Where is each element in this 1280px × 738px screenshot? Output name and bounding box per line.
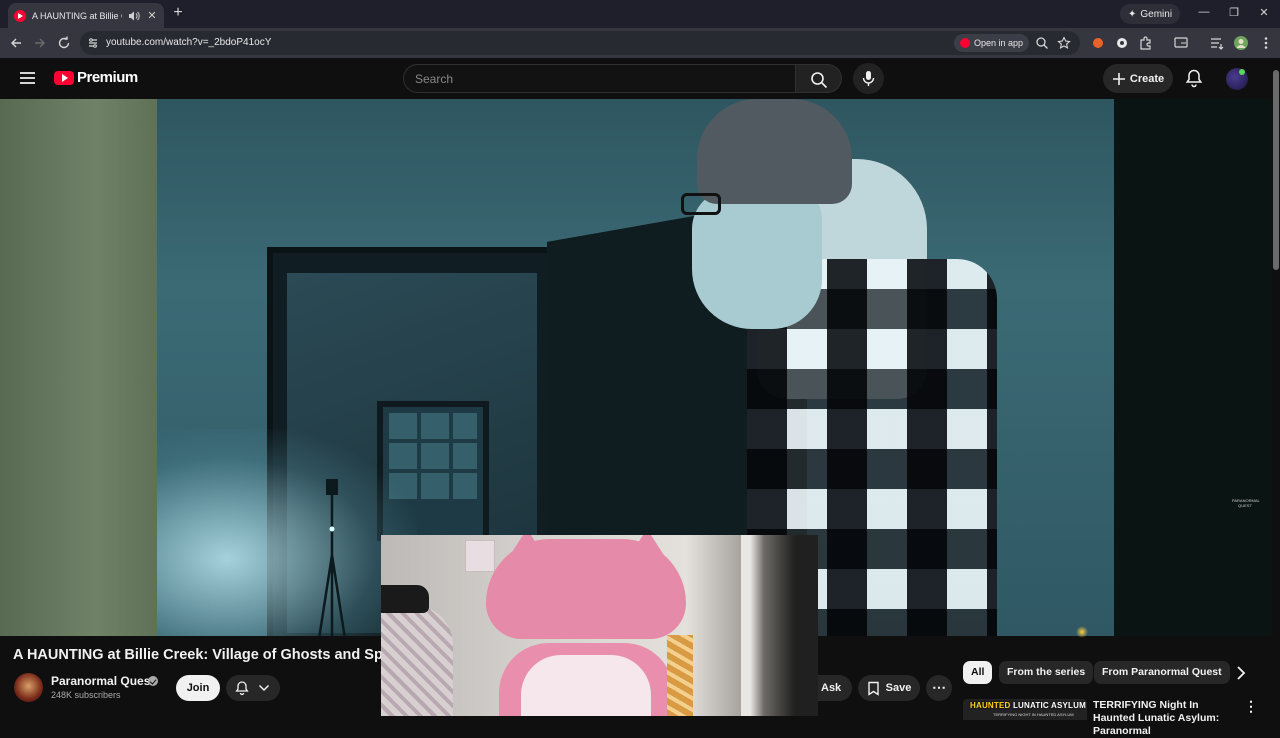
- youtube-play-logo-icon: [54, 70, 74, 85]
- reading-list-icon[interactable]: [1209, 35, 1225, 51]
- notifications-bell-icon[interactable]: [1184, 68, 1204, 88]
- new-tab-button[interactable]: +: [170, 5, 186, 21]
- channel-watermark[interactable]: PARANORMAL QUEST: [1232, 498, 1260, 514]
- plus-icon: [1112, 72, 1125, 85]
- open-in-app-label: Open in app: [974, 38, 1024, 48]
- gemini-button[interactable]: ✦ Gemini: [1120, 4, 1181, 24]
- tab-title: A HAUNTING at Billie Creek: Village of G…: [32, 10, 122, 21]
- recommendation-title[interactable]: TERRIFYING Night In Haunted Lunatic Asyl…: [1093, 699, 1233, 738]
- youtube-app-icon: [960, 38, 970, 48]
- speaker-icon[interactable]: [128, 10, 140, 22]
- save-label: Save: [885, 682, 912, 694]
- browser-menu-icon[interactable]: [1258, 35, 1274, 51]
- search-box[interactable]: [403, 64, 796, 93]
- overlay-video: [381, 535, 818, 716]
- close-window-button[interactable]: ✕: [1256, 6, 1272, 19]
- channel-avatar[interactable]: [14, 673, 43, 702]
- video-camera-tripod: [318, 479, 346, 636]
- browser-tab[interactable]: A HAUNTING at Billie Creek: Village of G…: [8, 3, 164, 28]
- forward-arrow-icon[interactable]: [32, 35, 48, 51]
- thumbnail-subtext: TERRIFYING NIGHT IN HAUNTED ASYLUM: [993, 712, 1074, 717]
- voice-search-button[interactable]: [853, 63, 884, 94]
- create-label: Create: [1129, 72, 1165, 85]
- chip-all[interactable]: All: [963, 661, 993, 684]
- channel-name[interactable]: Paranormal Quest: [51, 674, 154, 688]
- back-arrow-icon[interactable]: [8, 35, 24, 51]
- verified-check-icon: [148, 676, 158, 686]
- chevron-down-icon: [258, 684, 270, 692]
- overlay-cloth: [381, 605, 453, 716]
- hamburger-menu-icon[interactable]: [18, 69, 38, 87]
- browser-toolbar: youtube.com/watch?v=_2bdoP41ocY Open in …: [0, 28, 1280, 58]
- logo-text: Premium: [77, 69, 138, 86]
- more-actions-button[interactable]: ⋯: [926, 675, 952, 701]
- sparkle-icon: ✦: [1128, 8, 1137, 20]
- search-icon: [811, 72, 828, 89]
- extension-white-icon[interactable]: [1114, 35, 1130, 51]
- browser-tabstrip: A HAUNTING at Billie Creek: Village of G…: [0, 0, 1280, 28]
- recommendation-thumbnail[interactable]: HAUNTED LUNATIC ASYLUM TERRIFYING NIGHT …: [963, 699, 1087, 720]
- youtube-favicon-icon: [14, 9, 26, 22]
- page-scrollbar[interactable]: [1272, 62, 1280, 720]
- video-frame-right-dark: [1114, 99, 1272, 636]
- extension-orange-icon[interactable]: [1090, 35, 1106, 51]
- thumbnail-text: HAUNTED LUNATIC ASYLUM: [970, 701, 1086, 710]
- chip-from-paranormal-quest[interactable]: From Paranormal Quest: [1094, 661, 1230, 684]
- subscription-notifications-button[interactable]: [226, 675, 280, 701]
- youtube-logo[interactable]: Premium: [54, 69, 138, 86]
- microphone-icon: [862, 71, 875, 86]
- scrollbar-thumb[interactable]: [1273, 70, 1279, 270]
- recommendation-menu-icon[interactable]: ⋮: [1244, 699, 1258, 714]
- overlay-giraffe-toy: [667, 635, 693, 716]
- minimize-button[interactable]: —: [1196, 6, 1212, 18]
- video-light-glow: [157, 429, 417, 636]
- url-text: youtube.com/watch?v=_2bdoP41ocY: [106, 37, 272, 48]
- online-status-dot: [1239, 69, 1245, 75]
- bookmark-star-icon[interactable]: [1057, 36, 1071, 50]
- create-button[interactable]: Create: [1103, 64, 1173, 93]
- bookmark-icon: [867, 681, 879, 696]
- bell-icon: [235, 681, 249, 696]
- tab-close-icon[interactable]: ✕: [146, 9, 158, 22]
- overlay-cat-chair-headrest: [486, 539, 686, 639]
- extensions-puzzle-icon[interactable]: [1138, 35, 1154, 51]
- search-button[interactable]: [796, 64, 842, 93]
- overlay-poster: [465, 540, 495, 572]
- video-person-glasses: [681, 193, 721, 215]
- chip-from-the-series[interactable]: From the series: [999, 661, 1094, 684]
- address-bar[interactable]: youtube.com/watch?v=_2bdoP41ocY Open in …: [80, 31, 1080, 55]
- join-button[interactable]: Join: [176, 675, 220, 701]
- video-light-spark: [1076, 626, 1088, 638]
- chevron-right-icon[interactable]: [1232, 664, 1250, 682]
- gemini-label: Gemini: [1140, 8, 1173, 20]
- open-in-app-button[interactable]: Open in app: [954, 34, 1030, 52]
- save-button[interactable]: Save: [858, 675, 920, 701]
- youtube-header: Premium Create: [0, 58, 1280, 99]
- video-person-hat: [697, 99, 852, 204]
- restore-button[interactable]: ❐: [1226, 6, 1242, 19]
- video-title: A HAUNTING at Billie Creek: Village of G…: [13, 647, 381, 663]
- video-frame-left-wall: [0, 99, 157, 636]
- profile-icon[interactable]: [1233, 35, 1249, 51]
- search-input[interactable]: [415, 72, 785, 86]
- ask-button[interactable]: Ask: [818, 675, 852, 701]
- reload-icon[interactable]: [56, 35, 72, 51]
- cast-icon[interactable]: [1173, 35, 1189, 51]
- zoom-icon[interactable]: [1035, 36, 1049, 50]
- site-info-icon[interactable]: [86, 36, 100, 50]
- subscriber-count: 248K subscribers: [51, 690, 121, 700]
